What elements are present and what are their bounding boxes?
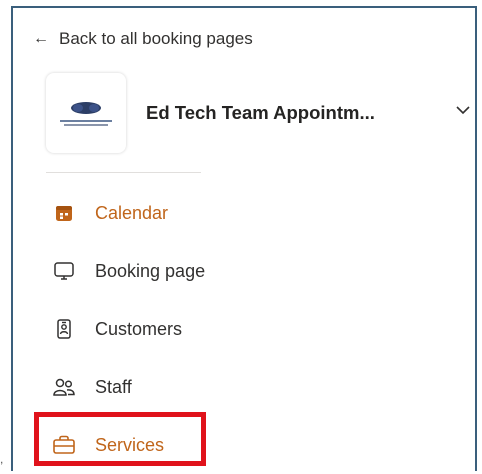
chevron-down-icon[interactable] xyxy=(455,102,471,120)
stray-mark: , xyxy=(0,452,4,466)
monitor-icon xyxy=(52,259,76,283)
calendar-icon xyxy=(52,201,76,225)
divider xyxy=(46,172,201,173)
nav-item-label: Staff xyxy=(95,376,132,397)
nav-item-label: Calendar xyxy=(95,202,169,223)
back-to-booking-pages-link[interactable]: ← Back to all booking pages xyxy=(33,26,253,52)
people-icon xyxy=(52,375,76,399)
college-logo-icon xyxy=(46,73,126,153)
booking-page-header: Ed Tech Team Appointm... xyxy=(46,72,470,154)
contact-card-icon xyxy=(52,317,76,341)
nav-item-booking-page[interactable]: Booking page xyxy=(46,242,216,300)
team-name: Ed Tech Team Appointm... xyxy=(146,102,375,123)
nav-item-customers[interactable]: Customers xyxy=(46,300,216,358)
back-link-label: Back to all booking pages xyxy=(59,29,253,48)
nav-item-label: Booking page xyxy=(95,260,206,281)
back-arrow-icon: ← xyxy=(33,30,49,47)
services-highlight-box xyxy=(34,412,206,466)
nav-item-staff[interactable]: Staff xyxy=(46,358,216,416)
nav-item-label: Customers xyxy=(95,318,183,339)
nav-item-calendar[interactable]: Calendar xyxy=(46,184,216,242)
